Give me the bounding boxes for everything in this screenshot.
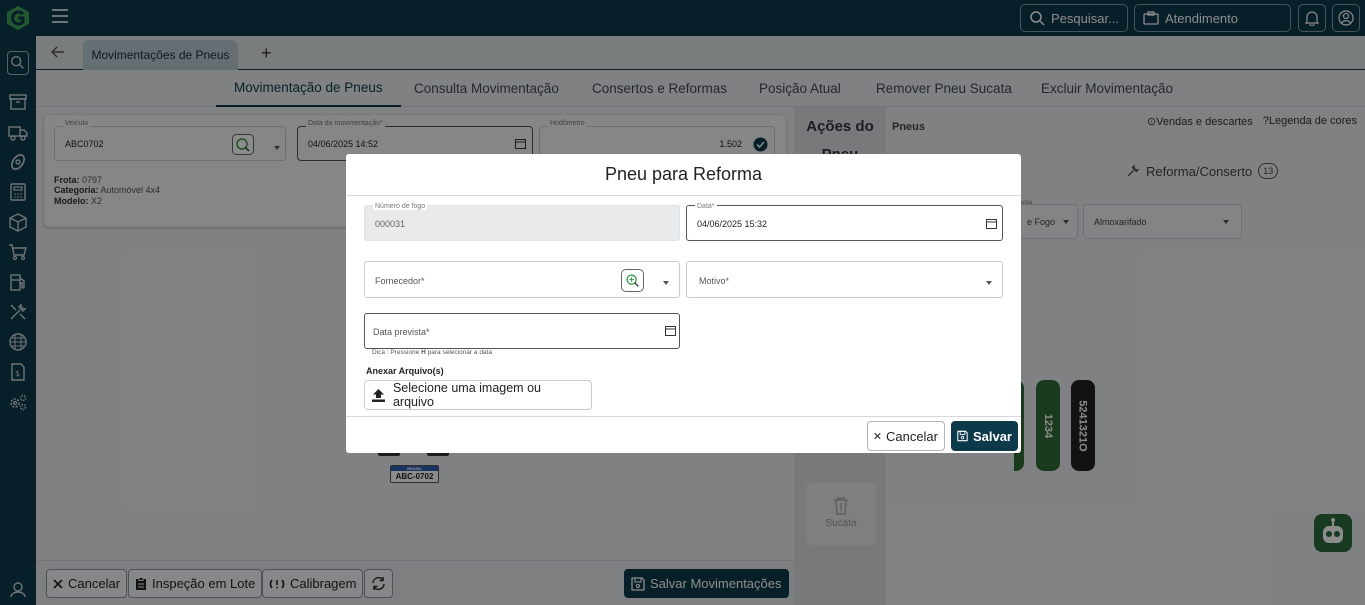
data-prevista-placeholder: Data prevista* bbox=[373, 327, 430, 337]
calendar-icon[interactable] bbox=[665, 325, 676, 336]
hint-prefix: Dica : Pressione bbox=[372, 349, 422, 356]
numero-fogo-field: Número de fogo 000031 bbox=[364, 203, 680, 241]
anexar-label: Anexar Arquivo(s) bbox=[366, 366, 444, 376]
chevron-down-icon bbox=[663, 281, 669, 285]
numero-fogo-value: 000031 bbox=[375, 219, 406, 229]
data-prevista-field[interactable]: Data prevista* bbox=[364, 313, 680, 349]
close-icon bbox=[874, 432, 881, 440]
modal-save-button[interactable]: Salvar bbox=[951, 421, 1018, 451]
upload-file-button[interactable]: Selecione uma imagem ou arquivo bbox=[364, 380, 592, 410]
save-icon bbox=[957, 430, 968, 442]
fornecedor-lookup-icon[interactable] bbox=[621, 269, 644, 292]
modal-cancel-label: Cancelar bbox=[885, 428, 938, 444]
data-label: Data* bbox=[695, 203, 717, 210]
fornecedor-placeholder: Fornecedor* bbox=[375, 276, 425, 286]
modal-title: Pneu para Reforma bbox=[346, 154, 1021, 196]
motivo-placeholder: Motivo* bbox=[699, 276, 730, 286]
fornecedor-select[interactable]: Fornecedor* bbox=[364, 261, 680, 298]
modal-cancel-button[interactable]: Cancelar bbox=[867, 421, 945, 451]
hint-suffix: para selecionar a data bbox=[425, 349, 492, 356]
calendar-icon[interactable] bbox=[986, 218, 997, 229]
modal-save-label: Salvar bbox=[972, 428, 1012, 444]
motivo-select[interactable]: Motivo* bbox=[686, 261, 1003, 298]
chevron-down-icon bbox=[986, 281, 992, 285]
data-value: 04/06/2025 15:32 bbox=[697, 219, 768, 229]
upload-file-label: Selecione uma imagem ou arquivo bbox=[392, 381, 541, 409]
modal-footer: Cancelar Salvar bbox=[346, 416, 1021, 453]
data-field[interactable]: Data* 04/06/2025 15:32 bbox=[686, 203, 1003, 241]
date-hint: Dica : Pressione H para selecionar a dat… bbox=[372, 349, 492, 356]
numero-fogo-label: Número de fogo bbox=[373, 203, 428, 210]
upload-icon bbox=[371, 388, 385, 402]
